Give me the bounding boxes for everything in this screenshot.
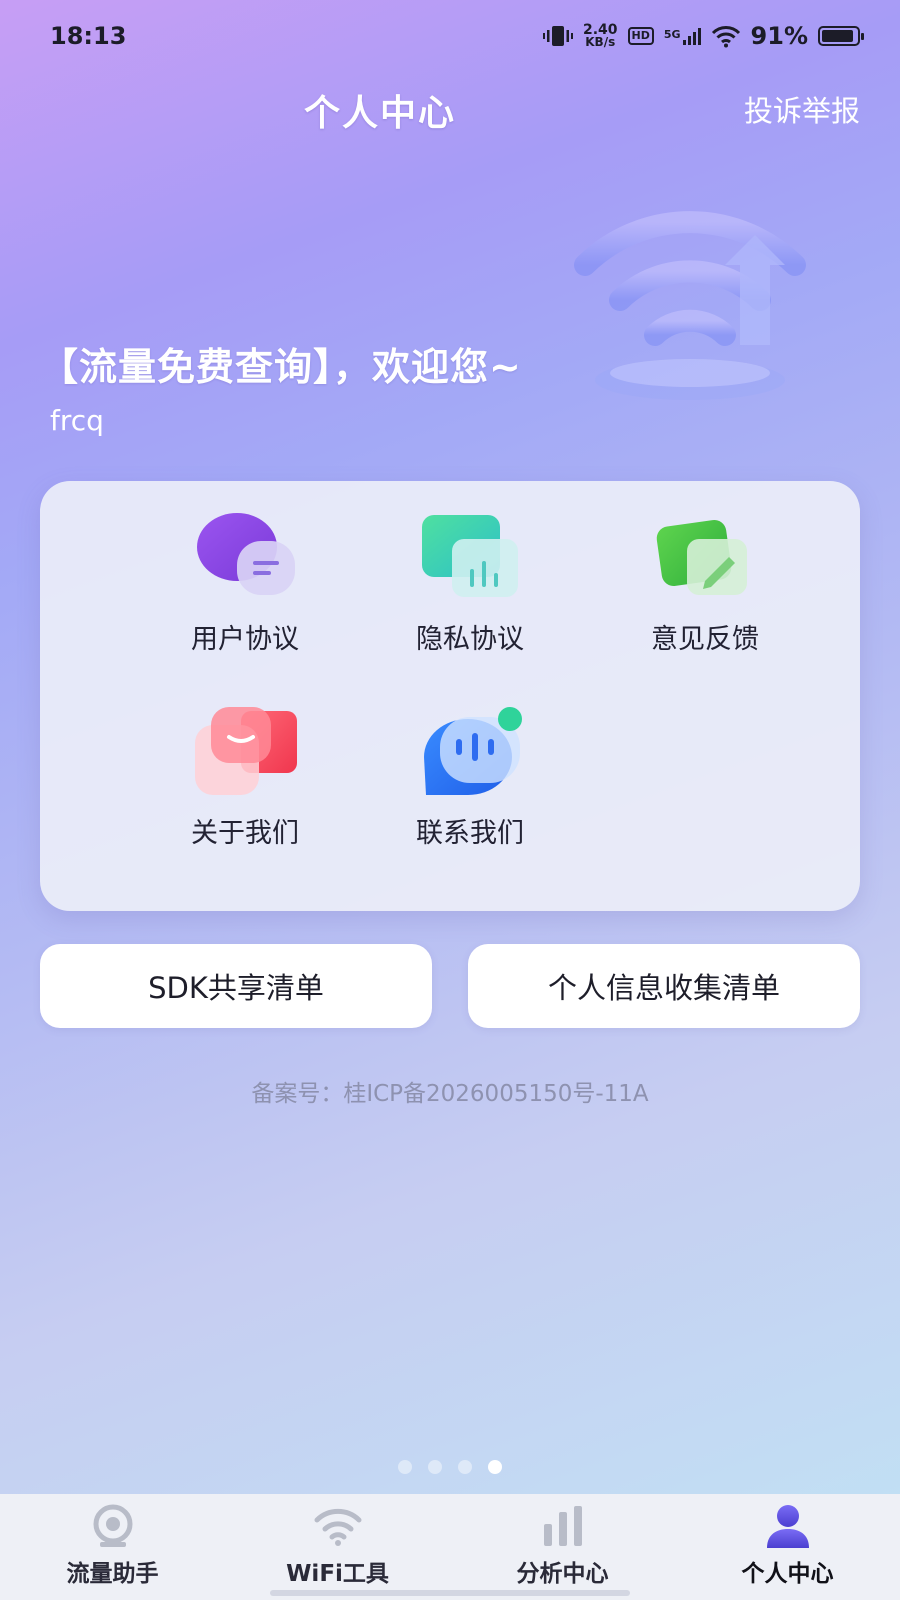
user-icon: [766, 1505, 809, 1548]
welcome-text: 【流量免费查询】，欢迎您~: [40, 345, 522, 389]
battery-percent: 91%: [750, 22, 808, 50]
tab-label: 分析中心: [516, 1561, 609, 1587]
vibrate-icon: [542, 24, 573, 48]
tab-analysis-center[interactable]: 分析中心: [450, 1494, 675, 1600]
status-icons: 2.40 KB/s HD 5G 91%: [542, 22, 864, 50]
page-indicator: [0, 1460, 900, 1474]
chart-card-icon: [422, 515, 518, 597]
tab-label: 流量助手: [66, 1561, 159, 1587]
net-speed-unit: KB/s: [585, 35, 616, 49]
signal-icon: 5G: [663, 27, 701, 45]
icp-record: 备案号：桂ICP备2026005150号-11A: [251, 1081, 649, 1107]
tab-label: 个人中心: [741, 1561, 834, 1587]
edit-note-icon: [656, 519, 747, 595]
bottom-tabbar: 流量助手 WiFi工具 分析中心 个人中心: [0, 1494, 900, 1600]
smile-card-icon: [195, 707, 297, 795]
wifi-icon: [314, 1508, 361, 1546]
message-bubble-icon: [424, 707, 522, 795]
menu-label: 隐私协议: [416, 624, 524, 655]
page-dot: [428, 1460, 442, 1474]
report-link[interactable]: 投诉举报: [744, 88, 860, 130]
menu-label: 用户协议: [191, 624, 299, 655]
tab-wifi-tools[interactable]: WiFi工具: [225, 1494, 450, 1600]
page-dot: [458, 1460, 472, 1474]
page-title: 个人中心: [303, 93, 456, 134]
status-time: 18:13: [50, 22, 127, 50]
battery-icon: [818, 26, 864, 46]
menu-privacy-agreement[interactable]: 隐私协议: [350, 509, 590, 656]
page-dot: [398, 1460, 412, 1474]
sdk-list-button[interactable]: SDK共享清单: [40, 944, 432, 1028]
tab-personal-center[interactable]: 个人中心: [675, 1494, 900, 1600]
menu-label: 关于我们: [191, 818, 299, 849]
menu-label: 意见反馈: [651, 624, 759, 655]
menu-about-us[interactable]: 关于我们: [125, 703, 365, 850]
menu-card: 用户协议 隐私协议 意见反馈 关于我们 联系我们: [40, 481, 860, 911]
hd-icon: HD: [627, 27, 654, 45]
username: frcq: [50, 404, 104, 437]
tab-traffic-assistant[interactable]: 流量助手: [0, 1494, 225, 1600]
wifi-status-icon: [711, 24, 741, 48]
net-speed: 2.40 KB/s: [583, 23, 618, 49]
bar-chart-icon: [543, 1506, 582, 1546]
menu-feedback[interactable]: 意见反馈: [585, 509, 825, 656]
personal-info-list-button[interactable]: 个人信息收集清单: [468, 944, 860, 1028]
page-dot-active: [488, 1460, 502, 1474]
network-type: 5G: [663, 27, 681, 41]
home-indicator: [270, 1590, 630, 1596]
menu-contact-us[interactable]: 联系我们: [350, 703, 590, 850]
status-bar: 18:13 2.40 KB/s HD 5G 91%: [0, 0, 900, 76]
camera-icon: [93, 1504, 132, 1547]
tab-label: WiFi工具: [286, 1561, 389, 1587]
chat-bubbles-icon: [197, 513, 295, 595]
menu-user-agreement[interactable]: 用户协议: [125, 509, 365, 656]
menu-label: 联系我们: [416, 818, 524, 849]
wifi-hero-illustration: [565, 205, 825, 425]
